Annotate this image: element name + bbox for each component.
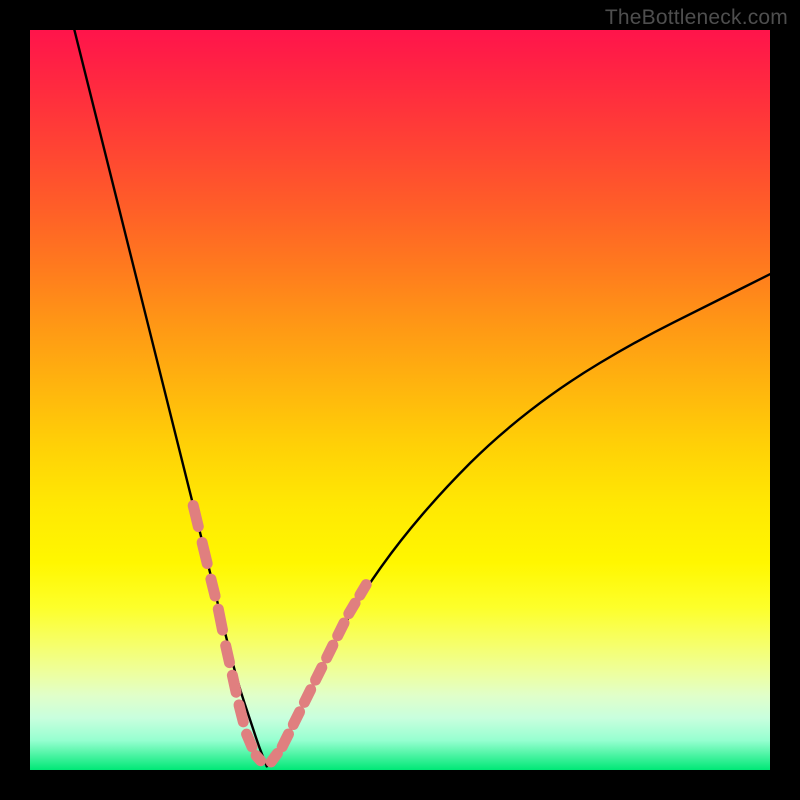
highlight-dash-left-1: [202, 543, 207, 564]
highlight-dash-right-4: [316, 667, 322, 680]
highlight-dash-right-7: [349, 603, 355, 614]
highlight-dash-left-0: [193, 506, 198, 527]
chart-frame: TheBottleneck.com: [0, 0, 800, 800]
highlight-dash-right-6: [338, 623, 344, 636]
highlight-dash-right-0: [271, 753, 277, 762]
plot-area: [30, 30, 770, 770]
highlight-dash-left-8: [256, 756, 261, 761]
highlight-dash-left-6: [239, 705, 243, 722]
highlight-dash-right-8: [360, 585, 366, 596]
highlight-dash-left-2: [211, 579, 215, 596]
highlight-dash-right-1: [282, 734, 288, 747]
curve-right-branch: [267, 274, 770, 766]
highlight-dash-left-4: [226, 646, 230, 663]
highlight-dash-right-5: [327, 645, 333, 658]
highlight-dash-right-3: [304, 690, 310, 703]
watermark-text: TheBottleneck.com: [605, 6, 788, 30]
highlight-dash-left-3: [218, 609, 222, 630]
curve-layer: [30, 30, 770, 770]
highlight-dash-right-2: [293, 712, 299, 725]
highlight-dash-left-7: [247, 734, 252, 747]
curve-left-branch: [74, 30, 266, 766]
highlight-dash-left-5: [232, 675, 236, 692]
